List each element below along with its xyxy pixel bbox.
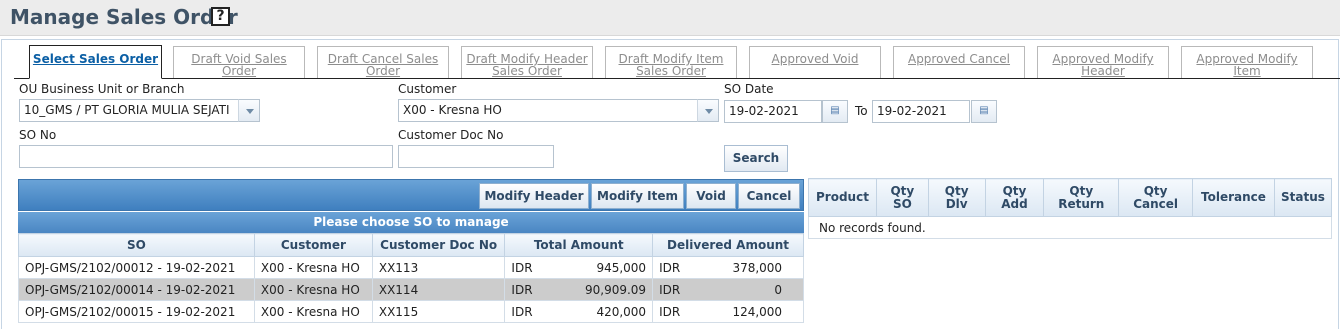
so-no-input[interactable] xyxy=(19,145,393,168)
item-table: Product Qty SO Qty Dlv Qty Add Qty Retur… xyxy=(808,178,1333,239)
empty-message: No records found. xyxy=(808,216,1332,239)
customer-doc-label: Customer Doc No xyxy=(398,128,504,142)
table-row[interactable]: OPJ-GMS/2102/00015 - 19-02-2021 X00 - Kr… xyxy=(18,300,804,323)
col-header-delivered-amount[interactable]: Delivered Amount xyxy=(652,233,804,257)
help-icon[interactable]: ? xyxy=(211,7,230,26)
amount: 0 xyxy=(774,282,783,297)
so-date-label: SO Date xyxy=(724,82,774,96)
amount: 945,000 xyxy=(596,260,647,275)
tab-divider xyxy=(14,78,1340,79)
modify-header-button[interactable]: Modify Header xyxy=(479,183,589,209)
total-cell: IDR 420,000 xyxy=(504,300,654,323)
tab-draft-modify-item[interactable]: Draft Modify Item Sales Order xyxy=(605,46,737,78)
date-from-calendar-icon[interactable]: ▤ xyxy=(822,100,848,123)
so-cell: OPJ-GMS/2102/00015 - 19-02-2021 xyxy=(18,300,255,323)
customer-cell: X00 - Kresna HO xyxy=(253,300,373,323)
customer-cell: X00 - Kresna HO xyxy=(253,256,373,279)
currency: IDR xyxy=(659,282,681,297)
currency: IDR xyxy=(511,260,533,275)
currency: IDR xyxy=(659,304,681,319)
col-header-tolerance[interactable]: Tolerance xyxy=(1192,178,1275,217)
col-header-qty-add[interactable]: Qty Add xyxy=(984,178,1045,217)
doc-cell: XX114 xyxy=(371,278,506,301)
currency: IDR xyxy=(511,304,533,319)
date-to-calendar-icon[interactable]: ▤ xyxy=(971,100,997,123)
tab-approved-modify-item[interactable]: Approved Modify Item xyxy=(1181,46,1313,78)
col-header-customer-doc[interactable]: Customer Doc No xyxy=(371,233,506,257)
search-button[interactable]: Search xyxy=(724,145,788,172)
customer-cell: X00 - Kresna HO xyxy=(253,278,373,301)
customer-select[interactable]: X00 - Kresna HO xyxy=(398,99,698,122)
col-header-qty-return[interactable]: Qty Return xyxy=(1043,178,1120,217)
amount: 378,000 xyxy=(732,260,783,275)
modify-item-button[interactable]: Modify Item xyxy=(591,183,684,209)
customer-dropdown-icon[interactable] xyxy=(697,99,719,122)
tab-draft-modify-header[interactable]: Draft Modify Header Sales Order xyxy=(461,46,593,78)
col-header-qty-dlv[interactable]: Qty Dlv xyxy=(927,178,986,217)
so-table: SO Customer Customer Doc No Total Amount… xyxy=(18,233,804,323)
currency: IDR xyxy=(659,260,681,275)
col-header-qty-so[interactable]: Qty SO xyxy=(875,178,929,217)
customer-doc-input[interactable] xyxy=(398,145,554,168)
col-header-total-amount[interactable]: Total Amount xyxy=(504,233,654,257)
amount: 90,909.09 xyxy=(584,282,647,297)
title-bar: Manage Sales Order ? xyxy=(0,0,1340,36)
doc-cell: XX113 xyxy=(371,256,506,279)
tab-select-sales-order[interactable]: Select Sales Order xyxy=(29,45,162,79)
date-to-input[interactable]: 19-02-2021 xyxy=(872,100,970,123)
total-cell: IDR 945,000 xyxy=(504,256,654,279)
tab-draft-cancel-sales-order[interactable]: Draft Cancel Sales Order xyxy=(317,46,449,78)
amount: 420,000 xyxy=(596,304,647,319)
so-cell: OPJ-GMS/2102/00012 - 19-02-2021 xyxy=(18,256,255,279)
col-header-product[interactable]: Product xyxy=(808,178,877,217)
tab-draft-void-sales-order[interactable]: Draft Void Sales Order xyxy=(173,46,305,78)
col-header-so[interactable]: SO xyxy=(18,233,255,257)
so-table-caption: Please choose SO to manage xyxy=(18,212,804,233)
col-header-status[interactable]: Status xyxy=(1273,178,1333,217)
customer-label: Customer xyxy=(398,82,457,96)
table-row[interactable]: OPJ-GMS/2102/00012 - 19-02-2021 X00 - Kr… xyxy=(18,256,804,279)
ou-select[interactable]: 10_GMS / PT GLORIA MULIA SEJATI xyxy=(19,99,239,122)
doc-cell: XX115 xyxy=(371,300,506,323)
col-header-customer[interactable]: Customer xyxy=(253,233,373,257)
tab-approved-cancel[interactable]: Approved Cancel xyxy=(893,46,1025,78)
tab-approved-void[interactable]: Approved Void xyxy=(749,46,881,78)
date-from-input[interactable]: 19-02-2021 xyxy=(724,100,822,123)
amount: 124,000 xyxy=(732,304,783,319)
ou-label: OU Business Unit or Branch xyxy=(19,82,185,96)
table-row[interactable]: OPJ-GMS/2102/00014 - 19-02-2021 X00 - Kr… xyxy=(18,278,804,301)
cancel-button[interactable]: Cancel xyxy=(738,183,800,209)
so-cell: OPJ-GMS/2102/00014 - 19-02-2021 xyxy=(18,278,255,301)
total-cell: IDR 90,909.09 xyxy=(504,278,654,301)
delivered-cell: IDR 0 xyxy=(652,278,804,301)
void-button[interactable]: Void xyxy=(686,183,736,209)
page-title: Manage Sales Order xyxy=(10,5,238,29)
delivered-cell: IDR 378,000 xyxy=(652,256,804,279)
ou-dropdown-icon[interactable] xyxy=(238,99,260,122)
to-label: To xyxy=(855,104,868,118)
so-toolbar: Modify Header Modify Item Void Cancel xyxy=(18,179,804,211)
currency: IDR xyxy=(511,282,533,297)
delivered-cell: IDR 124,000 xyxy=(652,300,804,323)
tab-approved-modify-header[interactable]: Approved Modify Header xyxy=(1037,46,1169,78)
col-header-qty-cancel[interactable]: Qty Cancel xyxy=(1118,178,1194,217)
so-no-label: SO No xyxy=(19,128,57,142)
